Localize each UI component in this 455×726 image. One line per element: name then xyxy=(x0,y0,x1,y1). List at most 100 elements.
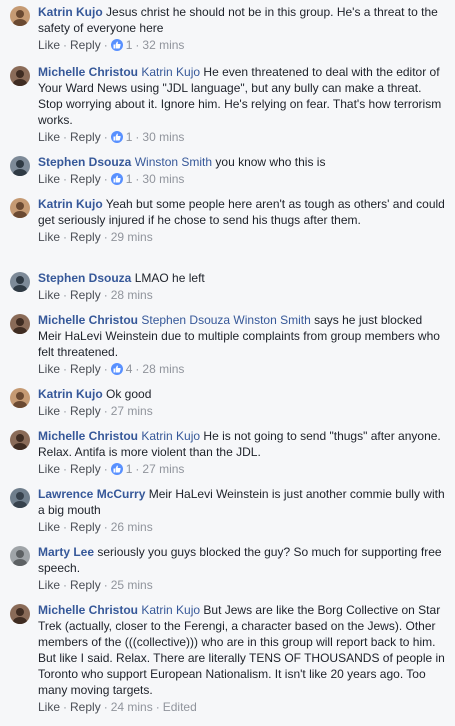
reply-button[interactable]: Reply xyxy=(70,520,101,534)
separator: · xyxy=(155,700,160,714)
reply-button[interactable]: Reply xyxy=(70,362,101,376)
comment-timestamp[interactable]: 24 mins xyxy=(111,700,153,714)
comment-mentions[interactable]: Winston Smith xyxy=(135,155,212,169)
comment-content: Michelle Christou Stephen Dsouza Winston… xyxy=(38,312,447,376)
comment-timestamp[interactable]: 32 mins xyxy=(142,38,184,52)
comment-body: Michelle Christou Katrin Kujo He even th… xyxy=(38,64,447,128)
comment-author[interactable]: Stephen Dsouza xyxy=(38,271,131,285)
comment-author[interactable]: Michelle Christou xyxy=(38,313,138,327)
comment-body: Lawrence McCurry Meir HaLevi Weinstein i… xyxy=(38,486,447,518)
separator: · xyxy=(103,288,108,302)
separator: · xyxy=(63,700,68,714)
reply-button[interactable]: Reply xyxy=(70,130,101,144)
reply-button[interactable]: Reply xyxy=(70,404,101,418)
comment-content: Katrin Kujo Ok good Like · Reply · 27 mi… xyxy=(38,386,447,418)
reply-button[interactable]: Reply xyxy=(70,700,101,714)
comment-body: Katrin Kujo Yeah but some people here ar… xyxy=(38,196,447,228)
avatar[interactable] xyxy=(10,388,30,408)
avatar[interactable] xyxy=(10,604,30,624)
like-button[interactable]: Like xyxy=(38,38,60,52)
comment-author[interactable]: Michelle Christou xyxy=(38,603,138,617)
comment-actions: Like · Reply · 28 mins xyxy=(38,288,447,302)
comment-author[interactable]: Katrin Kujo xyxy=(38,197,103,211)
comment-mentions[interactable]: Katrin Kujo xyxy=(141,65,200,79)
like-count[interactable]: 1 xyxy=(126,462,133,476)
separator: · xyxy=(63,362,68,376)
comment-actions: Like · Reply · 1 · 32 mins xyxy=(38,38,447,52)
edited-label[interactable]: Edited xyxy=(163,700,197,714)
separator: · xyxy=(63,520,68,534)
reply-button[interactable]: Reply xyxy=(70,578,101,592)
comment-author[interactable]: Michelle Christou xyxy=(38,429,138,443)
like-count[interactable]: 4 xyxy=(126,362,133,376)
avatar[interactable] xyxy=(10,198,30,218)
comment-timestamp[interactable]: 27 mins xyxy=(111,404,153,418)
like-reaction-icon[interactable] xyxy=(110,173,123,185)
like-button[interactable]: Like xyxy=(38,578,60,592)
comment-body: Stephen Dsouza Winston Smith you know wh… xyxy=(38,154,447,170)
comment-timestamp[interactable]: 29 mins xyxy=(111,230,153,244)
avatar[interactable] xyxy=(10,314,30,334)
reply-button[interactable]: Reply xyxy=(70,462,101,476)
comment-body: Marty Lee seriously you guys blocked the… xyxy=(38,544,447,576)
like-button[interactable]: Like xyxy=(38,404,60,418)
avatar[interactable] xyxy=(10,430,30,450)
comment-author[interactable]: Katrin Kujo xyxy=(38,387,103,401)
like-button[interactable]: Like xyxy=(38,520,60,534)
separator: · xyxy=(135,462,140,476)
separator: · xyxy=(103,520,108,534)
like-reaction-icon[interactable] xyxy=(110,463,123,475)
like-button[interactable]: Like xyxy=(38,230,60,244)
like-count[interactable]: 1 xyxy=(126,38,133,52)
reply-button[interactable]: Reply xyxy=(70,230,101,244)
like-button[interactable]: Like xyxy=(38,362,60,376)
comment-actions: Like · Reply · 27 mins xyxy=(38,404,447,418)
comment-author[interactable]: Marty Lee xyxy=(38,545,94,559)
comment-mentions[interactable]: Katrin Kujo xyxy=(141,603,200,617)
comment-author[interactable]: Lawrence McCurry xyxy=(38,487,145,501)
separator: · xyxy=(63,404,68,418)
avatar[interactable] xyxy=(10,272,30,292)
comment-body: Michelle Christou Stephen Dsouza Winston… xyxy=(38,312,447,360)
like-count[interactable]: 1 xyxy=(126,130,133,144)
avatar[interactable] xyxy=(10,156,30,176)
like-reaction-icon[interactable] xyxy=(110,363,123,375)
comment-content: Michelle Christou Katrin Kujo But Jews a… xyxy=(38,602,447,714)
comment-timestamp[interactable]: 30 mins xyxy=(142,172,184,186)
comment-author[interactable]: Katrin Kujo xyxy=(38,5,103,19)
like-button[interactable]: Like xyxy=(38,172,60,186)
comment-content: Katrin Kujo Jesus christ he should not b… xyxy=(38,4,447,52)
comment-timestamp[interactable]: 30 mins xyxy=(142,130,184,144)
comment-timestamp[interactable]: 28 mins xyxy=(111,288,153,302)
comment-mentions[interactable]: Stephen Dsouza Winston Smith xyxy=(141,313,310,327)
like-button[interactable]: Like xyxy=(38,462,60,476)
like-reaction-icon[interactable] xyxy=(110,131,123,143)
comment-timestamp[interactable]: 26 mins xyxy=(111,520,153,534)
comment-timestamp[interactable]: 25 mins xyxy=(111,578,153,592)
comment-content: Stephen Dsouza LMAO he left Like · Reply… xyxy=(38,270,447,302)
separator: · xyxy=(63,288,68,302)
avatar[interactable] xyxy=(10,66,30,86)
like-button[interactable]: Like xyxy=(38,700,60,714)
comment-content: Michelle Christou Katrin Kujo He is not … xyxy=(38,428,447,476)
avatar[interactable] xyxy=(10,546,30,566)
reply-button[interactable]: Reply xyxy=(70,288,101,302)
separator: · xyxy=(103,172,108,186)
avatar[interactable] xyxy=(10,6,30,26)
comment-timestamp[interactable]: 27 mins xyxy=(142,462,184,476)
reply-button[interactable]: Reply xyxy=(70,172,101,186)
reply-button[interactable]: Reply xyxy=(70,38,101,52)
like-reaction-icon[interactable] xyxy=(110,39,123,51)
like-button[interactable]: Like xyxy=(38,288,60,302)
comment-actions: Like · Reply · 29 mins xyxy=(38,230,447,244)
comment-body: Stephen Dsouza LMAO he left xyxy=(38,270,447,286)
comment-content: Lawrence McCurry Meir HaLevi Weinstein i… xyxy=(38,486,447,534)
like-count[interactable]: 1 xyxy=(126,172,133,186)
comment-timestamp[interactable]: 28 mins xyxy=(142,362,184,376)
comment-author[interactable]: Michelle Christou xyxy=(38,65,138,79)
comment-mentions[interactable]: Katrin Kujo xyxy=(141,429,200,443)
like-button[interactable]: Like xyxy=(38,130,60,144)
avatar[interactable] xyxy=(10,488,30,508)
comment-author[interactable]: Stephen Dsouza xyxy=(38,155,131,169)
comment-thread: Katrin Kujo Jesus christ he should not b… xyxy=(0,0,455,726)
